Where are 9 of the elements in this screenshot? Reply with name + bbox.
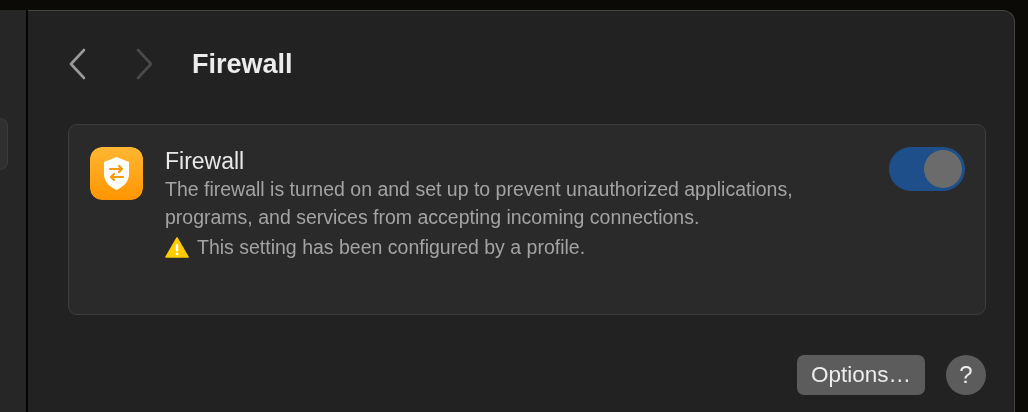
warning-text: This setting has been configured by a profile. [197, 235, 586, 260]
setting-title: Firewall [165, 147, 246, 175]
warning-icon [165, 236, 189, 258]
page-title: Firewall [192, 47, 293, 81]
options-button[interactable]: Options… [796, 355, 925, 395]
setting-description: The firewall is turned on and set up to prevent unauthorized applications, programs, and services from accepting incoming connections. [165, 177, 794, 230]
firewall-shield-icon [90, 147, 143, 200]
help-button[interactable]: ? [946, 355, 986, 395]
back-button[interactable] [68, 47, 88, 81]
